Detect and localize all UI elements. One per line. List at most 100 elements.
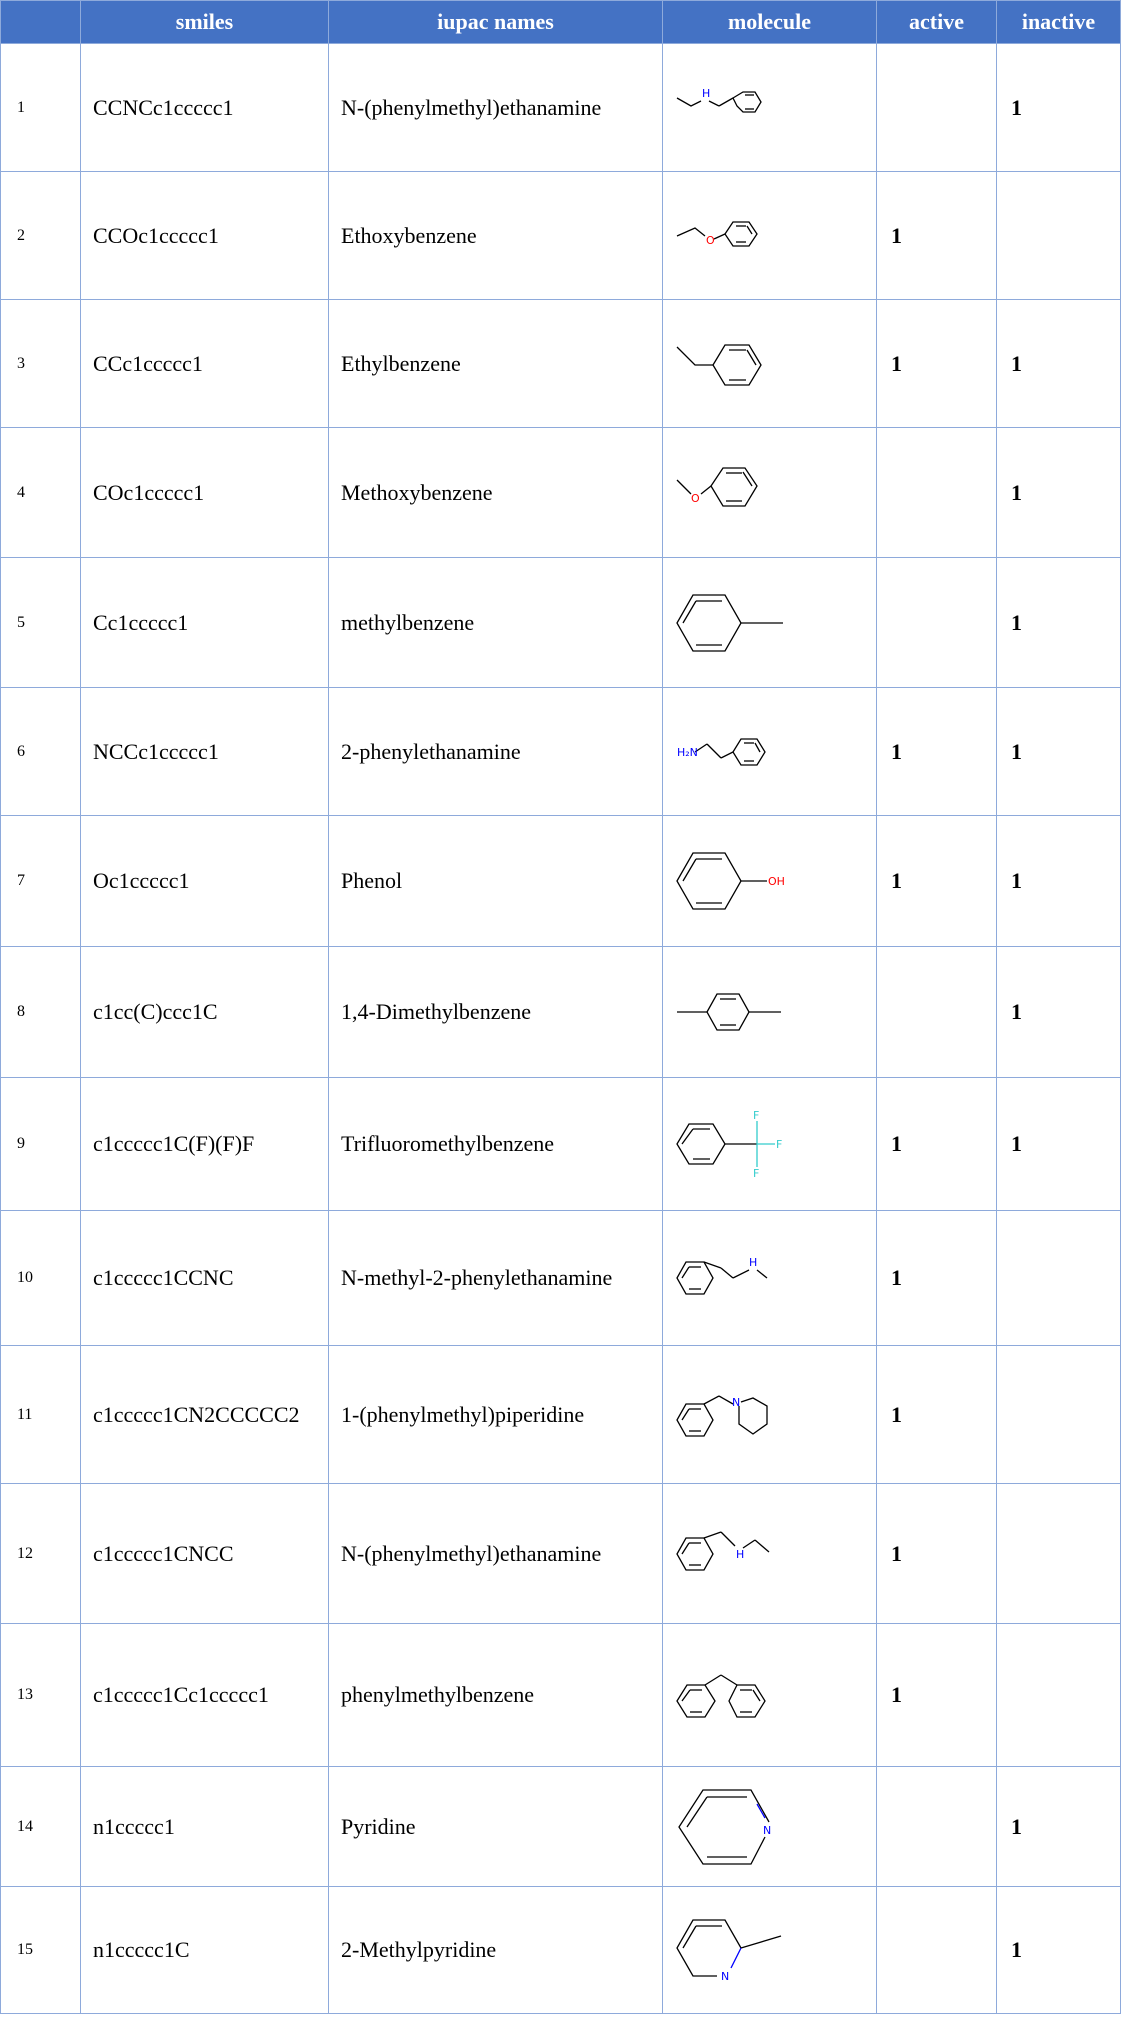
inactive-cell: 1 (996, 946, 1121, 1078)
active-cell: 1 (876, 1483, 997, 1624)
table-row: 10 c1ccccc1CCNC N-methyl-2-phenylethanam… (0, 1210, 1121, 1346)
molecule-cell: O (662, 171, 877, 300)
iupac-cell: Phenol (328, 815, 663, 947)
n-benzylethylamine-structure-icon: H (676, 87, 762, 113)
molecule-cell: N (662, 1766, 877, 1887)
diphenylmethane-structure-icon (676, 1674, 766, 1718)
header-active: active (876, 0, 997, 44)
table-row: 4 COc1ccccc1 Methoxybenzene O 1 (0, 427, 1121, 558)
inactive-cell (996, 171, 1121, 300)
header-index (0, 0, 81, 44)
iupac-cell: phenylmethylbenzene (328, 1623, 663, 1767)
table-header: smiles iupac names molecule active inact… (0, 0, 1121, 44)
header-inactive: inactive (996, 0, 1121, 44)
row-index: 1 (0, 43, 81, 172)
table-row: 9 c1ccccc1C(F)(F)F Trifluoromethylbenzen… (0, 1077, 1121, 1211)
active-cell: 1 (876, 171, 997, 300)
inactive-cell (996, 1483, 1121, 1624)
table-row: 1 CCNCc1ccccc1 N-(phenylmethyl)ethanamin… (0, 43, 1121, 172)
table-row: 6 NCCc1ccccc1 2-phenylethanamine H₂N 1 1 (0, 687, 1121, 816)
row-index: 3 (0, 299, 81, 428)
table-row: 11 c1ccccc1CN2CCCCC2 1-(phenylmethyl)pip… (0, 1345, 1121, 1484)
methylbenzene-structure-icon (676, 593, 783, 652)
molecule-cell: H (662, 1483, 877, 1624)
smiles-cell: CCNCc1ccccc1 (80, 43, 329, 172)
smiles-cell: c1ccccc1C(F)(F)F (80, 1077, 329, 1211)
table-row: 12 c1ccccc1CNCC N-(phenylmethyl)ethanami… (0, 1483, 1121, 1624)
iupac-cell: N-(phenylmethyl)ethanamine (328, 43, 663, 172)
table-row: 2 CCOc1ccccc1 Ethoxybenzene O 1 (0, 171, 1121, 300)
row-index: 10 (0, 1210, 81, 1346)
smiles-cell: Cc1ccccc1 (80, 557, 329, 688)
active-cell: 1 (876, 1077, 997, 1211)
atom-label: F (753, 1109, 759, 1122)
active-cell: 1 (876, 1210, 997, 1346)
inactive-cell (996, 1623, 1121, 1767)
table-row: 7 Oc1ccccc1 Phenol OH 1 1 (0, 815, 1121, 947)
inactive-cell: 1 (996, 1886, 1121, 2014)
row-index: 2 (0, 171, 81, 300)
n-benzylethylamine-structure-icon: H (676, 1530, 770, 1571)
compound-table: smiles iupac names molecule active inact… (0, 0, 1121, 2014)
table-body: 1 CCNCc1ccccc1 N-(phenylmethyl)ethanamin… (0, 43, 1121, 2014)
iupac-cell: Methoxybenzene (328, 427, 663, 558)
iupac-cell: N-methyl-2-phenylethanamine (328, 1210, 663, 1346)
row-index: 13 (0, 1623, 81, 1767)
molecule-cell: N (662, 1886, 877, 2014)
iupac-cell: 2-phenylethanamine (328, 687, 663, 816)
smiles-cell: CCc1ccccc1 (80, 299, 329, 428)
table-row: 15 n1ccccc1C 2-Methylpyridine N 1 (0, 1886, 1121, 2014)
smiles-cell: c1ccccc1CNCC (80, 1483, 329, 1624)
active-cell: 1 (876, 815, 997, 947)
atom-label: H (736, 1548, 744, 1561)
table-row: 13 c1ccccc1Cc1ccccc1 phenylmethylbenzene… (0, 1623, 1121, 1767)
iupac-cell: Trifluoromethylbenzene (328, 1077, 663, 1211)
table-row: 8 c1cc(C)ccc1C 1,4-Dimethylbenzene 1 (0, 946, 1121, 1078)
inactive-cell: 1 (996, 557, 1121, 688)
molecule-cell: O (662, 427, 877, 558)
molecule-cell (662, 946, 877, 1078)
active-cell: 1 (876, 299, 997, 428)
row-index: 11 (0, 1345, 81, 1484)
iupac-cell: methylbenzene (328, 557, 663, 688)
header-molecule: molecule (662, 0, 877, 44)
iupac-cell: Ethoxybenzene (328, 171, 663, 300)
iupac-cell: 2-Methylpyridine (328, 1886, 663, 2014)
active-cell (876, 557, 997, 688)
atom-label: OH (768, 875, 785, 888)
atom-label: N (721, 1970, 729, 1983)
molecule-cell: F F F (662, 1077, 877, 1211)
smiles-cell: c1cc(C)ccc1C (80, 946, 329, 1078)
header-row: smiles iupac names molecule active inact… (0, 0, 1121, 44)
molecule-cell: N (662, 1345, 877, 1484)
iupac-cell: 1-(phenylmethyl)piperidine (328, 1345, 663, 1484)
header-iupac-names: iupac names (328, 0, 663, 44)
data-table-container: smiles iupac names molecule active inact… (0, 0, 1124, 2014)
inactive-cell: 1 (996, 299, 1121, 428)
table-row: 14 n1ccccc1 Pyridine N 1 (0, 1766, 1121, 1887)
atom-label: N (732, 1396, 740, 1409)
atom-label: H (702, 87, 710, 100)
atom-label: H (749, 1256, 757, 1269)
2-methylpyridine-structure-icon: N (676, 1919, 782, 1983)
active-cell (876, 43, 997, 172)
molecule-cell: H₂N (662, 687, 877, 816)
smiles-cell: c1ccccc1CN2CCCCC2 (80, 1345, 329, 1484)
molecule-cell: H (662, 1210, 877, 1346)
molecule-cell (662, 299, 877, 428)
molecule-cell: OH (662, 815, 877, 947)
inactive-cell: 1 (996, 43, 1121, 172)
phenylethylamine-structure-icon: H₂N (677, 737, 766, 766)
row-index: 15 (0, 1886, 81, 2014)
iupac-cell: Ethylbenzene (328, 299, 663, 428)
ethoxybenzene-structure-icon: O (676, 220, 758, 247)
smiles-cell: n1ccccc1 (80, 1766, 329, 1887)
atom-label: F (776, 1138, 782, 1151)
smiles-cell: Oc1ccccc1 (80, 815, 329, 947)
atom-label: F (753, 1167, 759, 1180)
atom-label: O (691, 492, 700, 505)
smiles-cell: n1ccccc1C (80, 1886, 329, 2014)
pyridine-structure-icon: N (678, 1788, 771, 1865)
table-row: 3 CCc1ccccc1 Ethylbenzene 1 1 (0, 299, 1121, 428)
molecule-cell (662, 557, 877, 688)
